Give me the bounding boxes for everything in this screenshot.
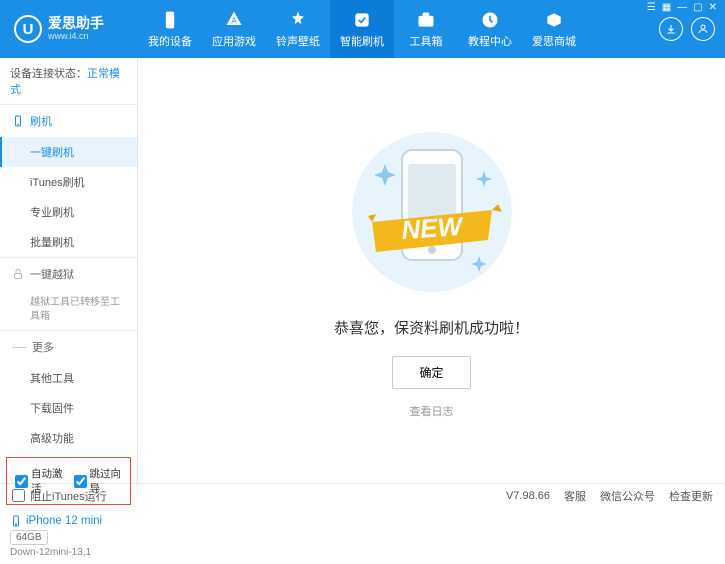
svg-text:NEW: NEW bbox=[400, 211, 465, 245]
nav-2[interactable]: 铃声壁纸 bbox=[266, 0, 330, 58]
ok-button[interactable]: 确定 bbox=[392, 356, 470, 389]
minimize-icon[interactable]: — bbox=[677, 2, 687, 13]
nav-icon-4 bbox=[416, 10, 436, 30]
sidebar-more-item-0[interactable]: 其他工具 bbox=[0, 363, 137, 393]
nav-label: 铃声壁纸 bbox=[276, 33, 320, 49]
nav-label: 教程中心 bbox=[468, 33, 512, 49]
block-itunes-label: 阻止iTunes运行 bbox=[30, 488, 107, 504]
flash-title: 刷机 bbox=[30, 113, 52, 129]
sidebar-flash-item-1[interactable]: iTunes刷机 bbox=[0, 167, 137, 197]
view-log-link[interactable]: 查看日志 bbox=[410, 403, 454, 419]
connection-status: 设备连接状态：正常模式 bbox=[0, 58, 137, 105]
nav-0[interactable]: 我的设备 bbox=[138, 0, 202, 58]
sidebar-flash-item-3[interactable]: 批量刷机 bbox=[0, 227, 137, 257]
block-itunes-checkbox[interactable]: 阻止iTunes运行 bbox=[12, 488, 107, 504]
logo-icon: U bbox=[14, 15, 42, 43]
sidebar-flash-item-0[interactable]: 一键刷机 bbox=[0, 137, 137, 167]
nav-6[interactable]: 爱思商城 bbox=[522, 0, 586, 58]
nav-3[interactable]: 智能刷机 bbox=[330, 0, 394, 58]
success-illustration: NEW bbox=[332, 122, 532, 302]
maximize-icon[interactable]: ▢ bbox=[693, 2, 702, 13]
more-title: 更多 bbox=[32, 339, 54, 355]
nav-icon-2 bbox=[288, 10, 308, 30]
success-message: 恭喜您，保资料刷机成功啦！ bbox=[334, 317, 529, 338]
flash-section-header[interactable]: 刷机 bbox=[0, 105, 137, 137]
device-name: iPhone 12 mini bbox=[26, 515, 102, 527]
device-icon bbox=[10, 515, 22, 527]
nav-5[interactable]: 教程中心 bbox=[458, 0, 522, 58]
nav-icon-5 bbox=[480, 10, 500, 30]
user-button[interactable] bbox=[691, 17, 715, 41]
nav-icon-6 bbox=[544, 10, 564, 30]
device-storage: 64GB bbox=[10, 530, 48, 545]
lock-icon bbox=[12, 268, 24, 280]
app-url: www.i4.cn bbox=[48, 31, 104, 42]
service-link[interactable]: 客服 bbox=[564, 488, 586, 504]
sidebar-more-item-1[interactable]: 下载固件 bbox=[0, 393, 137, 423]
app-title: 爱思助手 bbox=[48, 16, 104, 31]
jailbreak-note: 越狱工具已转移至工具箱 bbox=[0, 290, 137, 330]
nav-label: 应用游戏 bbox=[212, 33, 256, 49]
main-content: NEW 恭喜您，保资料刷机成功啦！ 确定 查看日志 bbox=[138, 58, 725, 483]
phone-icon bbox=[12, 115, 24, 127]
nav-icon-3 bbox=[352, 10, 372, 30]
sidebar-more-item-2[interactable]: 高级功能 bbox=[0, 423, 137, 453]
menu-icon[interactable]: ☰ bbox=[647, 2, 656, 13]
nav-label: 智能刷机 bbox=[340, 33, 384, 49]
skin-icon[interactable]: ▦ bbox=[662, 2, 671, 13]
logo: U 爱思助手 www.i4.cn bbox=[0, 15, 138, 43]
device-firmware: Down-12mini-13,1 bbox=[10, 547, 127, 558]
nav-icon-1: A bbox=[224, 10, 244, 30]
device-info[interactable]: iPhone 12 mini 64GB Down-12mini-13,1 bbox=[0, 509, 137, 564]
more-icon bbox=[12, 347, 26, 348]
status-label: 设备连接状态： bbox=[10, 68, 87, 80]
header: U 爱思助手 www.i4.cn 我的设备 A 应用游戏 铃声壁纸 智能刷机 工具箱 教程中… bbox=[0, 0, 725, 58]
nav-label: 我的设备 bbox=[148, 33, 192, 49]
sidebar: 设备连接状态：正常模式 刷机 一键刷机iTunes刷机专业刷机批量刷机 一键越狱… bbox=[0, 58, 138, 483]
download-button[interactable] bbox=[659, 17, 683, 41]
sidebar-flash-item-2[interactable]: 专业刷机 bbox=[0, 197, 137, 227]
nav-label: 工具箱 bbox=[410, 33, 443, 49]
nav-1[interactable]: A 应用游戏 bbox=[202, 0, 266, 58]
close-icon[interactable]: ✕ bbox=[709, 2, 717, 13]
update-link[interactable]: 检查更新 bbox=[669, 488, 713, 504]
version-label: V7.98.66 bbox=[506, 490, 550, 502]
wechat-link[interactable]: 微信公众号 bbox=[600, 488, 655, 504]
nav-label: 爱思商城 bbox=[532, 33, 576, 49]
nav-4[interactable]: 工具箱 bbox=[394, 0, 458, 58]
jailbreak-section-header[interactable]: 一键越狱 bbox=[0, 258, 137, 290]
jailbreak-title: 一键越狱 bbox=[30, 266, 74, 282]
svg-text:A: A bbox=[231, 15, 237, 25]
nav-icon-0 bbox=[160, 10, 180, 30]
more-section-header[interactable]: 更多 bbox=[0, 331, 137, 363]
